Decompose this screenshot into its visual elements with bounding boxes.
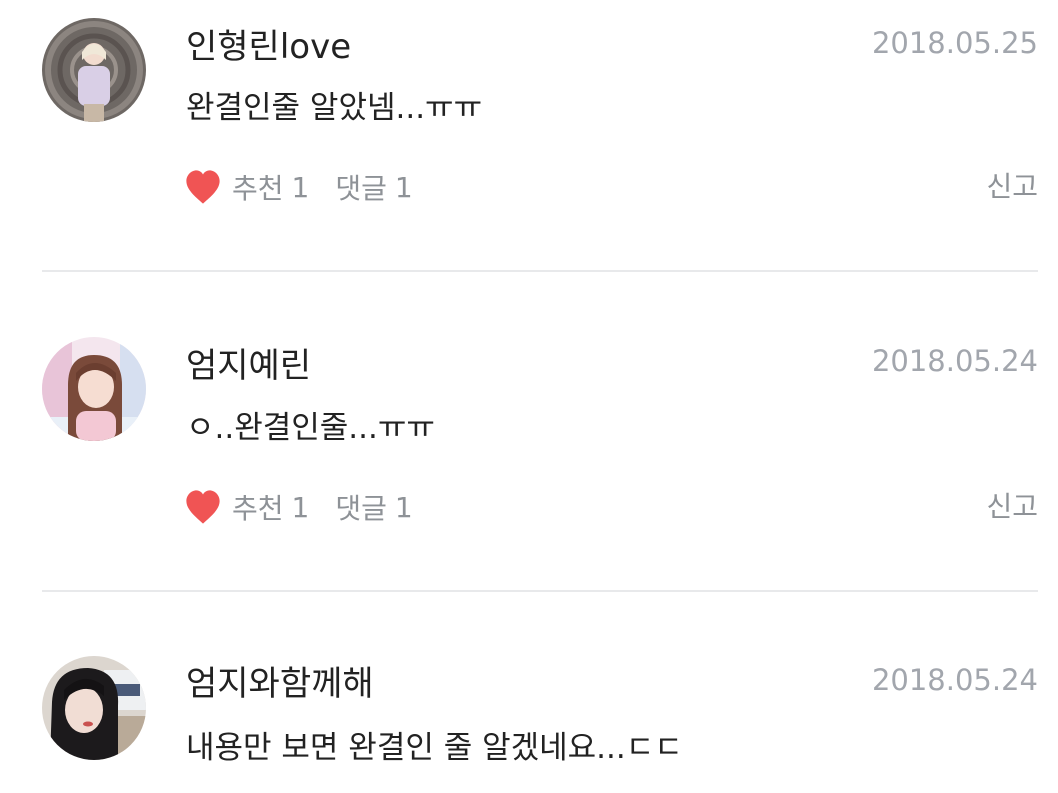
comment-username[interactable]: 엄지예린 [186,344,311,388]
comment-text: ㅇ..완결인줄...ㅠㅠ [186,410,435,446]
like-count: 1 [291,170,310,204]
reply-label[interactable]: 댓글 [335,487,387,527]
user-avatar[interactable] [42,18,146,122]
heart-icon[interactable] [184,489,222,525]
like-label[interactable]: 추천 [232,167,284,207]
comment-date: 2018.05.24 [871,663,1038,697]
divider [42,270,1038,272]
avatar-image [42,337,146,441]
avatar-image [42,656,146,760]
divider [42,590,1038,592]
comment-text: 완결인줄 알았넴...ㅠㅠ [186,90,483,126]
report-button[interactable]: 신고 [986,167,1038,207]
reply-count: 1 [394,490,413,524]
user-avatar[interactable] [42,656,146,760]
avatar-image [42,18,146,122]
comment-username[interactable]: 인형린love [186,25,351,69]
comment-date: 2018.05.25 [871,26,1038,60]
comment-actions: 추천 1 댓글 1 [184,167,413,207]
report-button[interactable]: 신고 [986,487,1038,527]
reply-count: 1 [394,170,413,204]
reply-label[interactable]: 댓글 [335,167,387,207]
user-avatar[interactable] [42,337,146,441]
like-label[interactable]: 추천 [232,487,284,527]
heart-icon[interactable] [184,169,222,205]
comment-username[interactable]: 엄지와함께해 [186,662,374,706]
comment-actions: 추천 1 댓글 1 [184,487,413,527]
comment-text: 내용만 보면 완결인 줄 알겠네요...ㄷㄷ [186,730,683,766]
like-count: 1 [291,490,310,524]
comment-date: 2018.05.24 [871,344,1038,378]
